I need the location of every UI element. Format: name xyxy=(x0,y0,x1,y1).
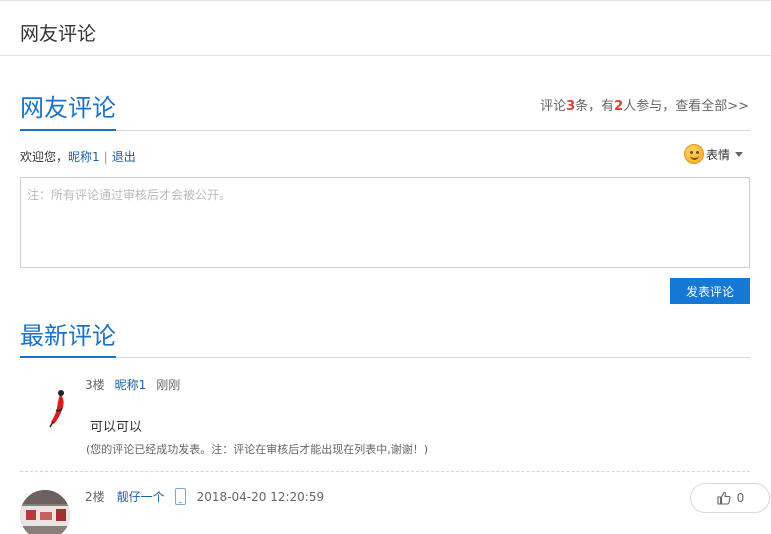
like-button[interactable]: 0 xyxy=(690,483,770,513)
comment-text: 可以可以 xyxy=(90,420,143,435)
section-divider xyxy=(20,129,750,131)
user-nickname-link[interactable]: 昵称1 xyxy=(68,150,100,164)
like-count: 0 xyxy=(736,491,745,505)
avatar-photo-icon xyxy=(20,490,70,534)
avatar xyxy=(20,380,70,430)
welcome-line: 欢迎您，昵称1 | 退出 xyxy=(20,148,136,165)
stats-suffix: 人参与， xyxy=(623,99,676,114)
header-bar: 网友评论 xyxy=(0,0,771,56)
comment-meta: 2楼 靓仔一个 2018-04-20 12:20:59 xyxy=(85,488,324,505)
emoji-button[interactable]: 表情 xyxy=(684,143,744,165)
stats-mid: 条，有 xyxy=(575,99,615,114)
submit-comment-button[interactable]: 发表评论 xyxy=(670,278,750,304)
latest-accent xyxy=(20,356,116,358)
comment-nickname[interactable]: 昵称1 xyxy=(115,376,147,393)
stats-prefix: 评论 xyxy=(540,99,567,114)
header-title: 网友评论 xyxy=(20,23,97,45)
thumbs-up-icon xyxy=(717,491,731,505)
comment-meta: 3楼 昵称1 刚刚 xyxy=(85,376,180,393)
comment-stats: 评论3条，有2人参与，查看全部>> xyxy=(540,95,749,114)
comment-time: 2018-04-20 12:20:59 xyxy=(196,489,325,504)
latest-comments-title: 最新评论 xyxy=(20,322,116,350)
comment-time: 刚刚 xyxy=(156,378,181,392)
comment-input[interactable] xyxy=(20,177,750,268)
view-all-link[interactable]: 查看全部>> xyxy=(675,99,749,114)
comment-section-title: 网友评论 xyxy=(20,94,116,122)
latest-divider xyxy=(20,356,750,358)
emoji-label: 表情 xyxy=(706,147,731,162)
comment-count: 3 xyxy=(566,99,576,114)
welcome-text: 欢迎您， xyxy=(20,150,69,164)
avatar-figure-icon xyxy=(20,380,70,430)
comment-note: (您的评论已经成功发表。注：评论在审核后才能出现在列表中,谢谢！) xyxy=(86,443,429,456)
mobile-phone-icon xyxy=(174,488,186,505)
logout-link[interactable]: 退出 xyxy=(112,150,136,164)
avatar xyxy=(20,490,70,534)
separator: | xyxy=(103,150,108,164)
smiley-icon xyxy=(684,144,704,164)
comment-divider xyxy=(20,471,750,472)
comment-floor: 3楼 xyxy=(85,378,105,392)
comment-nickname[interactable]: 靓仔一个 xyxy=(117,488,165,505)
section-accent xyxy=(20,129,116,131)
caret-down-icon xyxy=(735,151,744,157)
participant-count: 2 xyxy=(614,99,624,114)
comment-floor: 2楼 xyxy=(85,490,105,504)
